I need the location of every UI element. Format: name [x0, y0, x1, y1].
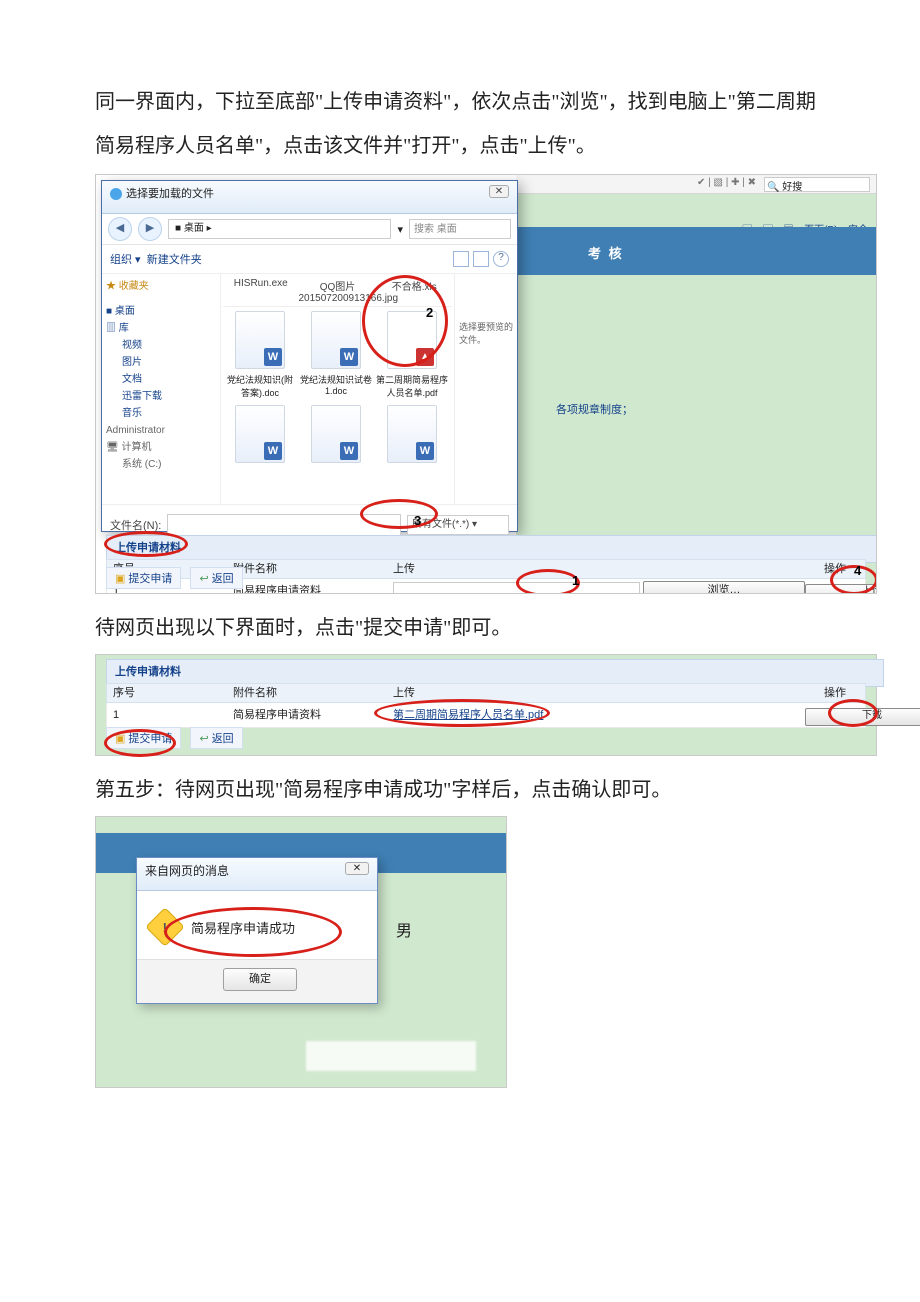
white-scribble: [306, 1041, 476, 1071]
file-list-pane[interactable]: HISRun.exe QQ图片201507200913166.jpg 不合格.x…: [221, 274, 454, 504]
message-box-title: 来自网页的消息: [145, 864, 229, 878]
back-button-2[interactable]: ↩返回: [190, 727, 242, 749]
preview-pane: 选择要预览的文件。: [454, 274, 517, 504]
view-mode-icon[interactable]: [453, 251, 469, 267]
page-header-title: 考 核: [516, 227, 876, 262]
preview-pane-icon[interactable]: [473, 251, 489, 267]
ok-button[interactable]: 确定: [223, 968, 297, 991]
file-item-doc1[interactable]: 党纪法规知识(附答案).doc: [223, 311, 297, 403]
browser-search-box[interactable]: 🔍 好搜: [764, 177, 870, 192]
screenshot-uploaded-state: 上传申请材料 序号 附件名称 上传 操作 1 简易程序申请资料 第二周期简易程序…: [95, 654, 877, 756]
nav-forward-button[interactable]: ▶: [138, 217, 162, 241]
new-folder-button[interactable]: 新建文件夹: [147, 251, 202, 267]
submit-application-button[interactable]: ▣提交申请: [106, 567, 181, 589]
help-icon[interactable]: ?: [493, 251, 509, 267]
organize-menu[interactable]: 组织 ▾: [110, 251, 141, 267]
page-header-bar: 考 核: [516, 227, 876, 275]
file-item-doc5[interactable]: [375, 405, 449, 497]
folder-tree[interactable]: ★ 收藏夹 ■ 桌面 ▥ 库 视频 图片 文档 迅雷下载 音乐 Administ…: [102, 274, 221, 504]
filename-label: 文件名(N):: [110, 517, 161, 533]
file-item-doc3[interactable]: [223, 405, 297, 497]
nav-back-button[interactable]: ◀: [108, 217, 132, 241]
instruction-paragraph-1: 同一界面内，下拉至底部"上传申请资料"，依次点击"浏览"，找到电脑上"第二周期简…: [95, 80, 835, 168]
file-open-dialog: 选择要加载的文件 ✕ ◀ ▶ ■ 桌面 ▸ ▾ 搜索 桌面 组织 ▾ 新建文件夹…: [101, 180, 518, 532]
file-type-combo[interactable]: 所有文件(*.*) ▾: [407, 515, 509, 535]
screenshot-upload-dialog: ✔ | ▧ | ✚ | ✖ 🔍 好搜 ▢ ▾ ▢ ▾ ▤ ▾ 页面(P) ▾ 安…: [95, 174, 877, 594]
background-text-male: 男: [396, 917, 412, 941]
file-item-pdf[interactable]: 第二周期简易程序人员名单.pdf: [375, 311, 449, 403]
rules-link[interactable]: 各项规章制度；: [556, 401, 633, 417]
browser-trust-icons: ✔ | ▧ | ✚ | ✖: [697, 177, 756, 188]
message-box-close-icon[interactable]: ✕: [345, 862, 369, 875]
screenshot-success-dialog: 来自网页的消息 ✕ ! 简易程序申请成功 确定 男: [95, 816, 507, 1088]
message-box: 来自网页的消息 ✕ ! 简易程序申请成功 确定: [136, 857, 378, 1004]
file-item-doc4[interactable]: [299, 405, 373, 497]
file-item-doc2[interactable]: 党纪法规知识试卷1.doc: [299, 311, 373, 403]
dialog-close-button[interactable]: ✕: [489, 185, 509, 198]
path-breadcrumb[interactable]: ■ 桌面 ▸: [168, 219, 391, 239]
warning-icon: !: [145, 907, 185, 947]
ie-icon: [110, 188, 122, 200]
dialog-titlebar: 选择要加载的文件 ✕: [102, 181, 517, 214]
instruction-paragraph-3: 第五步：待网页出现"简易程序申请成功"字样后，点击确认即可。: [95, 768, 835, 812]
submit-application-button-2[interactable]: ▣提交申请: [106, 727, 181, 749]
browser-top-toolbar: ✔ | ▧ | ✚ | ✖ 🔍 好搜: [516, 175, 876, 194]
filename-input[interactable]: [167, 514, 401, 536]
back-button[interactable]: ↩返回: [190, 567, 242, 589]
message-box-text: 简易程序申请成功: [191, 918, 295, 937]
instruction-paragraph-2: 待网页出现以下界面时，点击"提交申请"即可。: [95, 606, 835, 650]
uploaded-file-link[interactable]: 第二周期简易程序人员名单.pdf: [393, 703, 543, 727]
download-button[interactable]: 下载: [805, 708, 920, 726]
dialog-search-input[interactable]: 搜索 桌面: [409, 219, 511, 239]
